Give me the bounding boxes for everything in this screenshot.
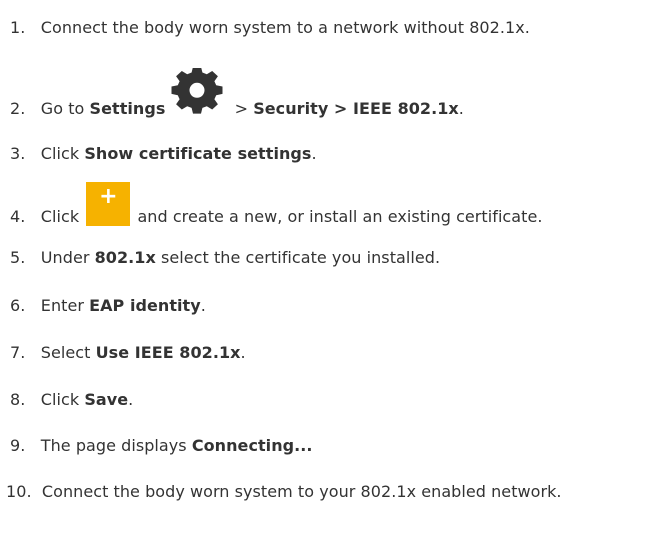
step-9: 9. The page displays Connecting... bbox=[10, 436, 313, 456]
connecting-label: Connecting... bbox=[191, 436, 313, 455]
separator: > bbox=[229, 99, 254, 118]
gear-icon bbox=[167, 68, 227, 114]
step-number: 5. bbox=[10, 248, 26, 267]
step-text: Click bbox=[40, 144, 85, 163]
step-text: . bbox=[458, 99, 464, 118]
save-label: Save bbox=[84, 390, 129, 409]
step-text: Click bbox=[40, 207, 85, 226]
step-8: 8. Click Save. bbox=[10, 390, 133, 410]
step-number: 6. bbox=[10, 296, 26, 315]
step-number: 4. bbox=[10, 207, 26, 226]
step-number: 3. bbox=[10, 144, 26, 163]
step-text: and create a new, or install an existing… bbox=[132, 207, 543, 226]
step-text: Enter bbox=[40, 296, 90, 315]
step-text: . bbox=[200, 296, 206, 315]
step-text: Connect the body worn system to your 802… bbox=[41, 482, 562, 501]
step-1: 1. Connect the body worn system to a net… bbox=[10, 18, 530, 38]
802-1x-label: 802.1x bbox=[94, 248, 156, 267]
step-4: 4. Click + and create a new, or install … bbox=[10, 182, 543, 227]
step-text: select the certificate you installed. bbox=[155, 248, 441, 267]
step-number: 8. bbox=[10, 390, 26, 409]
step-text: The page displays bbox=[40, 436, 192, 455]
step-text: . bbox=[128, 390, 134, 409]
step-7: 7. Select Use IEEE 802.1x. bbox=[10, 343, 246, 363]
plus-icon: + bbox=[86, 182, 131, 226]
step-text: Under bbox=[40, 248, 95, 267]
step-text: Click bbox=[40, 390, 85, 409]
step-10: 10. Connect the body worn system to your… bbox=[6, 482, 562, 502]
step-number: 10. bbox=[6, 482, 32, 501]
step-2: 2. Go to Settings > Security > IEEE 802.… bbox=[10, 68, 464, 119]
step-text: Go to bbox=[40, 99, 90, 118]
show-certificate-settings-label: Show certificate settings bbox=[84, 144, 312, 163]
step-text: . bbox=[240, 343, 246, 362]
step-number: 9. bbox=[10, 436, 26, 455]
step-number: 2. bbox=[10, 99, 26, 118]
use-ieee-label: Use IEEE 802.1x bbox=[95, 343, 241, 362]
step-3: 3. Click Show certificate settings. bbox=[10, 144, 317, 164]
settings-label: Settings bbox=[89, 99, 166, 118]
eap-identity-label: EAP identity bbox=[89, 296, 201, 315]
step-5: 5. Under 802.1x select the certificate y… bbox=[10, 248, 440, 268]
step-number: 7. bbox=[10, 343, 26, 362]
step-text: . bbox=[311, 144, 317, 163]
step-6: 6. Enter EAP identity. bbox=[10, 296, 206, 316]
step-number: 1. bbox=[10, 18, 26, 37]
security-path: Security > IEEE 802.1x bbox=[253, 99, 459, 118]
step-text: Select bbox=[40, 343, 96, 362]
step-text: Connect the body worn system to a networ… bbox=[40, 18, 530, 37]
